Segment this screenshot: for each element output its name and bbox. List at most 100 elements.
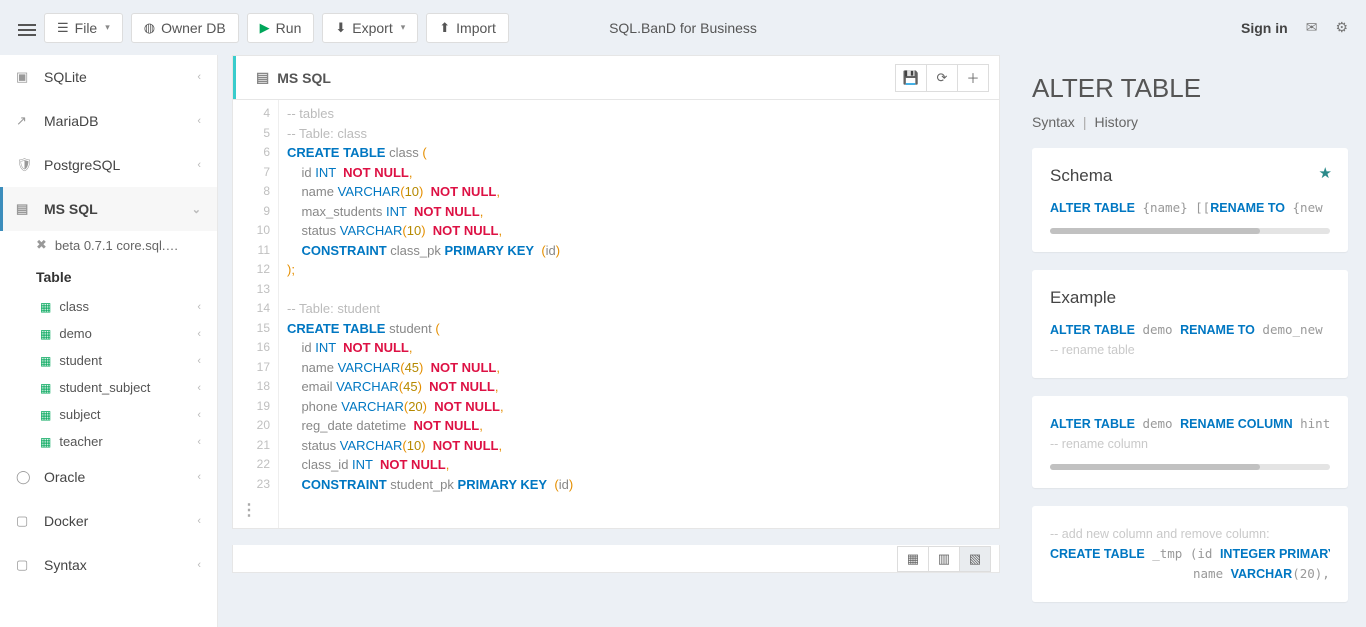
grid-view-icon[interactable]: ▦	[897, 546, 929, 572]
close-icon[interactable]: ✖	[36, 237, 47, 253]
table-label: subject	[59, 407, 100, 422]
gear-icon[interactable]: ⚙	[1335, 19, 1348, 36]
file-label: File	[75, 20, 98, 36]
line-gutter: 4567891011121314151617181920212223	[233, 100, 279, 528]
right-tools: Sign in ✉ ⚙	[1241, 19, 1348, 36]
download-icon: ⬇	[335, 20, 346, 36]
sidebar-engine-ms-sql[interactable]: ▤ MS SQL ⌄	[0, 187, 217, 231]
more-icon[interactable]: ⋮	[241, 500, 257, 520]
reference-card-3: -- add new column and remove column: CRE…	[1032, 506, 1348, 602]
sign-in-link[interactable]: Sign in	[1241, 20, 1288, 36]
engine-icon: ▢	[16, 557, 34, 573]
caret-down-icon: ▾	[105, 22, 110, 33]
engine-icon: ◯	[16, 469, 34, 485]
engine-label: MS SQL	[44, 201, 98, 217]
tab-history[interactable]: History	[1094, 114, 1138, 130]
chevron-left-icon: ‹	[197, 115, 201, 127]
engine-label: Oracle	[44, 469, 85, 485]
scrollbar-thumb[interactable]	[1050, 228, 1260, 234]
sidebar-file-entry[interactable]: ✖ beta 0.7.1 core.sql.…	[0, 231, 217, 259]
reference-card-2: ALTER TABLE demo RENAME COLUMN hint TO -…	[1032, 396, 1348, 488]
table-label: student_subject	[59, 380, 150, 395]
sidebar-table-student_subject[interactable]: ▦student_subject‹	[0, 374, 217, 401]
table-icon: ▦	[40, 354, 51, 368]
editor-tabbar: ▤ MS SQL 💾 ⟳ ＋	[232, 55, 1000, 99]
engine-label: Syntax	[44, 557, 87, 573]
table-icon: ▦	[40, 300, 51, 314]
results-toolbar: ▦ ▥ ▧	[232, 545, 1000, 573]
chart-view-icon[interactable]: ▥	[928, 546, 960, 572]
table-icon: ▦	[40, 327, 51, 341]
engine-icon: 🛡	[16, 157, 34, 173]
sidebar: ▣SQLite‹↗MariaDB‹🛡PostgreSQL‹▤MS SQL⌄✖be…	[0, 55, 218, 627]
engine-icon: ▢	[16, 513, 34, 529]
chevron-down-icon: ⌄	[192, 203, 201, 216]
chevron-left-icon: ‹	[197, 409, 201, 421]
chevron-left-icon: ‹	[197, 515, 201, 527]
sidebar-engine-docker[interactable]: ▢Docker‹	[0, 499, 217, 543]
code-snippet: -- add new column and remove column: CRE…	[1050, 524, 1330, 584]
upload-icon: ⬆	[439, 20, 450, 36]
card-heading: Example	[1050, 288, 1330, 308]
run-label: Run	[276, 20, 302, 36]
tab-actions: 💾 ⟳ ＋	[886, 64, 999, 92]
run-button[interactable]: ▶ Run	[247, 13, 315, 43]
save-icon[interactable]: 💾	[895, 64, 927, 92]
chevron-left-icon: ‹	[197, 159, 201, 171]
sidebar-table-student[interactable]: ▦student‹	[0, 347, 217, 374]
menu-icon[interactable]	[18, 21, 36, 35]
engine-label: PostgreSQL	[44, 157, 120, 173]
chevron-left-icon: ‹	[197, 436, 201, 448]
engine-icon: ▤	[16, 201, 34, 217]
engine-label: MariaDB	[44, 113, 98, 129]
export-menu-button[interactable]: ⬇Export▾	[322, 13, 418, 43]
plus-icon[interactable]: ＋	[957, 64, 989, 92]
file-menu-button[interactable]: ☰ File ▾	[44, 13, 123, 43]
engine-icon: ▣	[16, 69, 34, 85]
card-heading: Schema	[1050, 166, 1330, 186]
play-icon: ▶	[260, 20, 270, 36]
chevron-left-icon: ‹	[197, 559, 201, 571]
table-label: class	[59, 299, 89, 314]
sidebar-table-subject[interactable]: ▦subject‹	[0, 401, 217, 428]
sidebar-engine-mariadb[interactable]: ↗MariaDB‹	[0, 99, 217, 143]
table-label: teacher	[59, 434, 102, 449]
refresh-icon[interactable]: ⟳	[926, 64, 958, 92]
sidebar-table-teacher[interactable]: ▦ teacher ‹	[0, 428, 217, 455]
owner-db-button[interactable]: ◍Owner DB	[131, 13, 239, 43]
book-view-icon[interactable]: ▧	[959, 546, 991, 572]
mail-icon[interactable]: ✉	[1306, 19, 1318, 36]
sidebar-engine-oracle[interactable]: ◯ Oracle ‹	[0, 455, 217, 499]
horizontal-scrollbar[interactable]	[1050, 228, 1330, 234]
import-button[interactable]: ⬆Import	[426, 13, 509, 43]
horizontal-scrollbar[interactable]	[1050, 464, 1330, 470]
table-icon: ▦	[40, 435, 51, 449]
scrollbar-thumb[interactable]	[1050, 464, 1260, 470]
sidebar-engine-syntax[interactable]: ▢ Syntax ‹	[0, 543, 217, 587]
chevron-left-icon: ‹	[197, 71, 201, 83]
sidebar-engine-postgresql[interactable]: 🛡 PostgreSQL ‹	[0, 143, 217, 187]
chevron-left-icon: ‹	[197, 328, 201, 340]
tab-syntax[interactable]: Syntax	[1032, 114, 1075, 130]
editor-area: ▤ MS SQL 💾 ⟳ ＋ 4567891011121314151617181…	[218, 55, 1000, 627]
reference-card-0: Schema★ALTER TABLE {name} [[RENAME TO {n…	[1032, 148, 1348, 252]
editor-tab-mssql[interactable]: ▤ MS SQL	[233, 56, 351, 100]
sidebar-table-class[interactable]: ▦class‹	[0, 293, 217, 320]
caret-down-icon: ▾	[401, 22, 406, 33]
chevron-left-icon: ‹	[197, 355, 201, 367]
file-label: beta 0.7.1 core.sql.…	[55, 238, 179, 253]
table-label: demo	[59, 326, 92, 341]
app-brand: SQL.BanD for Business	[609, 20, 757, 36]
owner-db-label: Owner DB	[161, 20, 226, 36]
sidebar-table-demo[interactable]: ▦ demo ‹	[0, 320, 217, 347]
code-content[interactable]: -- tables-- Table: classCREATE TABLE cla…	[279, 100, 999, 528]
chevron-left-icon: ‹	[197, 471, 201, 483]
engine-label: SQLite	[44, 69, 87, 85]
stack-icon: ☰	[57, 20, 69, 36]
code-snippet: ALTER TABLE demo RENAME COLUMN hint TO -…	[1050, 414, 1330, 454]
star-icon[interactable]: ★	[1319, 164, 1332, 182]
code-editor[interactable]: 4567891011121314151617181920212223 -- ta…	[232, 99, 1000, 529]
table-section-header: Table	[0, 259, 217, 293]
sidebar-engine-sqlite[interactable]: ▣ SQLite ‹	[0, 55, 217, 99]
chevron-left-icon: ‹	[197, 382, 201, 394]
